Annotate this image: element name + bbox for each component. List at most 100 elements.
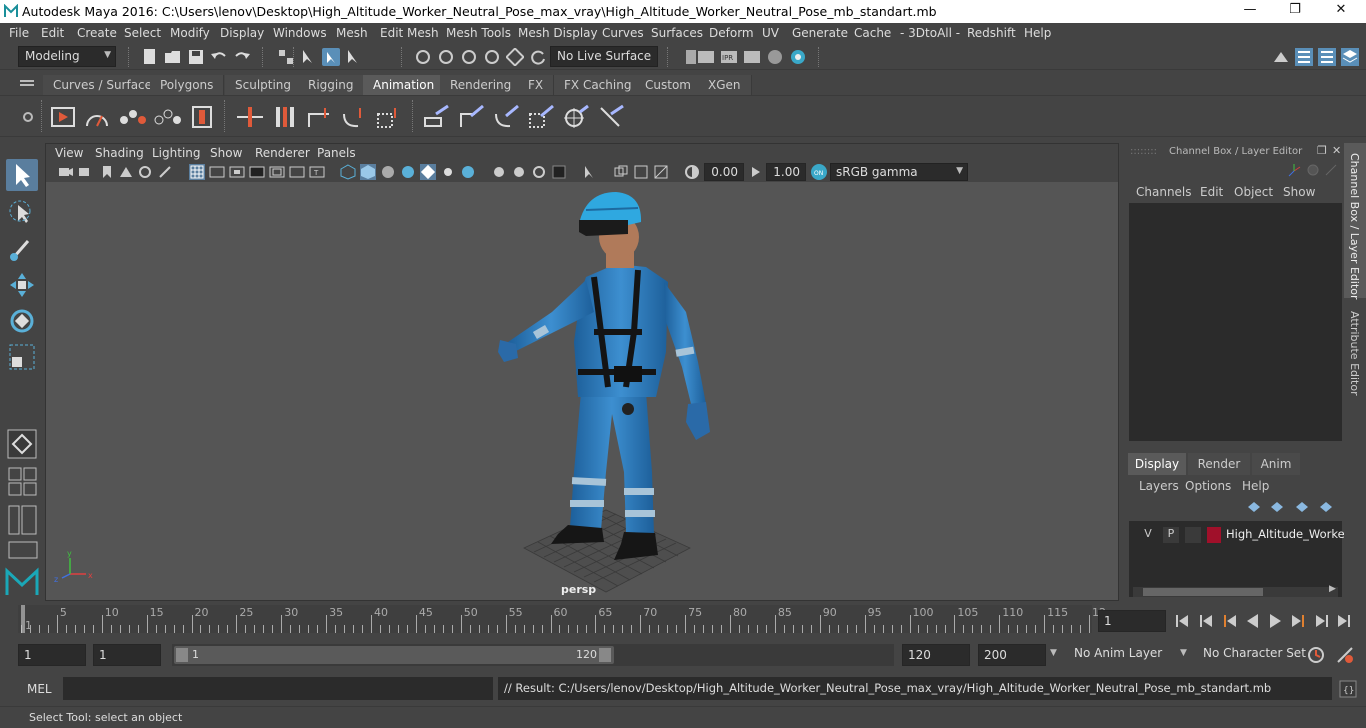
- hyperbolic-icon[interactable]: [1324, 163, 1338, 177]
- step-back-key-icon[interactable]: [1200, 615, 1212, 627]
- channel-list[interactable]: [1129, 203, 1342, 441]
- step-back-frame-icon[interactable]: [1224, 615, 1236, 627]
- exposure-field[interactable]: 0.00: [704, 163, 744, 181]
- animation-preferences-icon[interactable]: [1335, 645, 1355, 665]
- chevron-down-icon[interactable]: ▼: [1050, 648, 1057, 658]
- range-slider-track[interactable]: 1 120: [172, 644, 894, 666]
- layer-type-toggle[interactable]: [1185, 527, 1201, 543]
- scale-tool-button[interactable]: [6, 341, 38, 373]
- menu-generate[interactable]: Generate: [792, 26, 848, 40]
- gamma-field[interactable]: 1.00: [766, 163, 806, 181]
- tab-fx[interactable]: FX: [518, 75, 555, 95]
- menu-3dtoall[interactable]: - 3DtoAll -: [900, 26, 960, 40]
- tab-polygons[interactable]: Polygons: [150, 75, 225, 95]
- menu-curves[interactable]: Curves: [602, 26, 644, 40]
- shelf-settings-gear-icon[interactable]: [21, 110, 35, 124]
- restore-button[interactable]: ❐: [1285, 2, 1305, 20]
- menu-cache[interactable]: Cache: [854, 26, 891, 40]
- lasso-tool-button[interactable]: [6, 197, 38, 229]
- isolate-select-icon[interactable]: [551, 164, 567, 180]
- ghost-selected-icon[interactable]: [118, 104, 148, 130]
- tool-settings-toggle-icon[interactable]: [1318, 48, 1336, 66]
- tab-xgen[interactable]: XGen: [698, 75, 752, 95]
- xray-icon[interactable]: [582, 164, 598, 180]
- select-camera-icon[interactable]: [58, 165, 74, 179]
- menu-deform[interactable]: Deform: [709, 26, 754, 40]
- layer-color-swatch[interactable]: [1207, 527, 1221, 543]
- exposure-icon[interactable]: [684, 164, 700, 180]
- float-panel-icon[interactable]: ❐: [1317, 144, 1327, 157]
- play-backwards-icon[interactable]: [1247, 614, 1258, 628]
- render-settings-icon[interactable]: [743, 48, 761, 66]
- tab-rendering[interactable]: Rendering: [440, 75, 523, 95]
- motion-trail-icon[interactable]: [189, 104, 215, 130]
- layer-playback-toggle[interactable]: P: [1163, 527, 1179, 543]
- close-panel-icon[interactable]: ✕: [1332, 144, 1341, 157]
- tab-sculpting[interactable]: Sculpting: [225, 75, 303, 95]
- side-tab-channel-box[interactable]: Channel Box / Layer Editor: [1348, 153, 1361, 300]
- unghost-icon[interactable]: [153, 104, 183, 130]
- set-breakdown-icon[interactable]: [270, 104, 300, 130]
- screen-space-ao-icon[interactable]: [460, 164, 476, 180]
- film-gate-icon[interactable]: [209, 165, 225, 179]
- color-management-icon[interactable]: ON: [810, 163, 828, 181]
- rotate-tool-button[interactable]: [6, 305, 38, 337]
- playblast-icon[interactable]: [50, 104, 76, 130]
- orient-constraint-icon[interactable]: [492, 104, 520, 130]
- panel-menu-panels[interactable]: Panels: [317, 146, 356, 160]
- menu-surfaces[interactable]: Surfaces: [651, 26, 703, 40]
- speed-icon[interactable]: [1306, 163, 1320, 177]
- layer-menu-options[interactable]: Options: [1185, 479, 1231, 493]
- use-all-lights-icon[interactable]: [420, 164, 436, 180]
- bookmark-icon[interactable]: [100, 165, 114, 179]
- drag-handle-icon[interactable]: ::::::::: [1130, 146, 1157, 157]
- auto-key-icon[interactable]: [1306, 645, 1326, 665]
- textured-icon[interactable]: [400, 164, 416, 180]
- select-tool-button[interactable]: [6, 159, 38, 191]
- anim-layer-selector[interactable]: No Anim Layer: [1068, 644, 1168, 666]
- layer-menu-layers[interactable]: Layers: [1139, 479, 1179, 493]
- playback-end-field[interactable]: 120: [902, 644, 970, 666]
- menu-windows[interactable]: Windows: [273, 26, 327, 40]
- panel-menu-lighting[interactable]: Lighting: [152, 146, 201, 160]
- menu-redshift[interactable]: Redshift: [967, 26, 1016, 40]
- snap-curve-icon[interactable]: [437, 48, 455, 66]
- menu-select[interactable]: Select: [124, 26, 161, 40]
- undo-icon[interactable]: [210, 48, 228, 66]
- select-by-hierarchy-icon[interactable]: [345, 48, 363, 66]
- tab-animation[interactable]: Animation: [363, 75, 446, 95]
- range-handle-start[interactable]: [176, 648, 188, 662]
- shelf-menu-icon[interactable]: [20, 80, 34, 90]
- gate-mask-icon[interactable]: [249, 165, 265, 179]
- layout-single-icon[interactable]: [8, 541, 38, 559]
- wireframe-on-shaded-icon[interactable]: [380, 164, 396, 180]
- go-to-start-icon[interactable]: [1176, 615, 1188, 627]
- ik-handle-icon[interactable]: [422, 104, 450, 130]
- minimize-button[interactable]: —: [1240, 2, 1260, 20]
- channel-box-toggle-icon[interactable]: [1341, 48, 1359, 66]
- layout-outliner-icon[interactable]: [8, 505, 38, 535]
- layer-name[interactable]: High_Altitude_Worker: [1226, 527, 1349, 541]
- manipulator-icon[interactable]: [1286, 163, 1302, 179]
- panel-menu-view[interactable]: View: [55, 146, 83, 160]
- snap-surface-icon[interactable]: [506, 48, 524, 66]
- render-view-icon[interactable]: [789, 48, 807, 66]
- color-space-selector[interactable]: sRGB gamma ▼: [830, 163, 968, 181]
- playback-start-field[interactable]: 1: [93, 644, 161, 666]
- modeling-toolkit-icon[interactable]: [1272, 48, 1290, 66]
- tab-fx-caching[interactable]: FX Caching: [554, 75, 643, 95]
- menu-create[interactable]: Create: [77, 26, 117, 40]
- channel-menu-object[interactable]: Object: [1234, 185, 1273, 199]
- set-key-icon[interactable]: [235, 104, 265, 130]
- snap-grid-icon[interactable]: [414, 48, 432, 66]
- menu-help[interactable]: Help: [1024, 26, 1051, 40]
- scale-constraint-icon[interactable]: [527, 104, 555, 130]
- open-scene-icon[interactable]: [164, 48, 182, 66]
- image-plane-icon[interactable]: [118, 165, 134, 179]
- menu-mesh-tools[interactable]: Mesh Tools: [446, 26, 511, 40]
- tab-custom[interactable]: Custom: [635, 75, 702, 95]
- safe-action-icon[interactable]: [289, 165, 305, 179]
- ghost-icon[interactable]: [84, 104, 110, 130]
- move-tool-button[interactable]: [6, 269, 38, 301]
- menu-display[interactable]: Display: [220, 26, 264, 40]
